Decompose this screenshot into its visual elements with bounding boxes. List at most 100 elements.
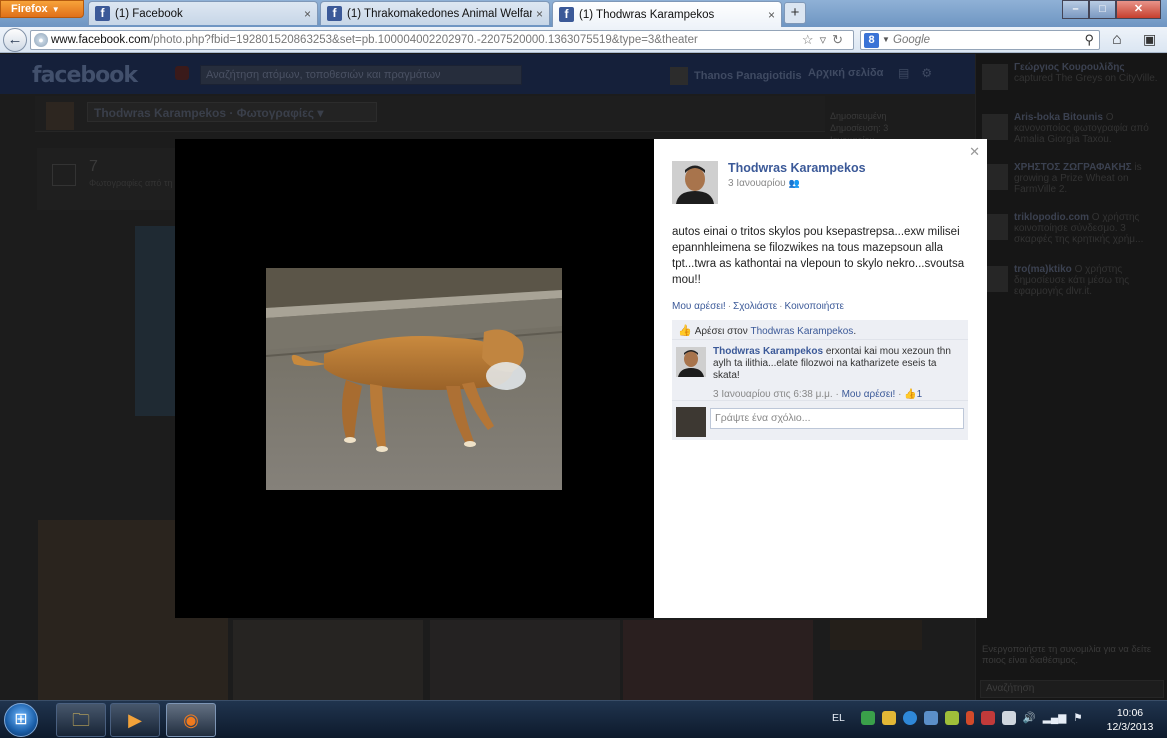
- dog-photo[interactable]: [266, 268, 562, 490]
- photo-side-panel: ✕ Thodwras Karampekos 3 Ιανουαρίου 👥 auto…: [654, 139, 987, 618]
- background-photo-thumb: [623, 620, 813, 700]
- comment-meta: 3 Ιανουαρίου στις 6:38 μ.μ. · Μου αρέσει…: [713, 389, 923, 400]
- system-tray: EL 🔊 ▂▄▆ ⚑: [832, 711, 1083, 726]
- separator: ·: [779, 301, 783, 312]
- ticker-item[interactable]: tro(ma)ktiko Ο χρήστης δημοσίευσε κάτι μ…: [982, 264, 1162, 310]
- window-controls: – □ ✕: [1062, 0, 1161, 19]
- ticker-item[interactable]: triklopodio.com Ο χρήστης κοινοποίησε σύ…: [982, 212, 1162, 258]
- comment-time[interactable]: 3 Ιανουαρίου στις 6:38 μ.μ.: [713, 389, 833, 400]
- facebook-topbar: facebook Αναζήτηση ατόμων, τοποθεσιών κα…: [0, 54, 975, 94]
- liker-link[interactable]: Thodwras Karampekos: [750, 326, 853, 337]
- comment-input[interactable]: Γράψτε ένα σχόλιο...: [710, 408, 964, 429]
- clock-time: 10:06: [1116, 707, 1144, 719]
- gear-icon[interactable]: ▤⚙: [898, 66, 944, 80]
- tray-app-icon[interactable]: [966, 711, 974, 726]
- bookmarks-icon[interactable]: ▣: [1143, 31, 1156, 48]
- tray-app-icon[interactable]: [980, 711, 995, 726]
- likes-comments-box: 👍 Αρέσει στον Thodwras Karampekos. Thodwr…: [672, 320, 968, 440]
- fb-home-link[interactable]: Αρχική σελίδα: [808, 67, 883, 79]
- signal-icon[interactable]: ▂▄▆: [1043, 712, 1067, 724]
- chat-search-input[interactable]: Αναζήτηση: [980, 680, 1164, 698]
- tab-close-icon[interactable]: ×: [304, 7, 311, 21]
- post-author-name[interactable]: Thodwras Karampekos: [728, 161, 866, 175]
- facebook-search-input[interactable]: Αναζήτηση ατόμων, τοποθεσιών και πραγμάτ…: [200, 65, 522, 85]
- close-icon[interactable]: ✕: [969, 144, 980, 160]
- share-link[interactable]: Κοινοποιήστε: [785, 301, 844, 312]
- profile-name-dropdown[interactable]: Thodwras Karampekos · Φωτογραφίες ▾: [87, 102, 377, 122]
- maximize-button[interactable]: □: [1089, 0, 1116, 19]
- tab-facebook[interactable]: f (1) Facebook ×: [88, 1, 318, 25]
- photos-count: 7: [89, 158, 98, 175]
- thumbs-up-icon: 👍: [904, 389, 917, 400]
- new-tab-button[interactable]: +: [784, 2, 806, 24]
- search-icon[interactable]: ⚲: [1084, 32, 1094, 48]
- minimize-button[interactable]: –: [1062, 0, 1089, 19]
- firefox-menu-button[interactable]: Firefox ▼: [0, 0, 84, 18]
- tab-thrakomakedones[interactable]: f (1) Thrakomakedones Animal Welfar... ×: [320, 1, 550, 25]
- system-clock[interactable]: 10:06 12/3/2013: [1100, 706, 1160, 734]
- comment-link[interactable]: Σχολιάστε: [733, 301, 777, 312]
- fb-user-link[interactable]: Thanos Panagiotidis: [670, 67, 802, 85]
- friends-icon[interactable]: 👥: [789, 178, 800, 188]
- tab-close-icon[interactable]: ×: [536, 7, 543, 21]
- explorer-taskbar-button[interactable]: 🗀: [56, 703, 106, 737]
- owner-avatar[interactable]: [672, 161, 718, 204]
- firefox-taskbar-button[interactable]: ◉: [166, 703, 216, 737]
- tray-app-icon[interactable]: [945, 711, 960, 726]
- tray-app-icon[interactable]: [882, 711, 897, 726]
- facebook-logo[interactable]: facebook: [32, 63, 138, 88]
- home-icon[interactable]: ⌂: [1112, 31, 1122, 49]
- url-path: /photo.php?fbid=192801520863253&set=pb.1…: [150, 34, 698, 46]
- ticker-text: captured The Greys on CityVille.: [1014, 73, 1158, 84]
- ticker-name: ΧΡΗΣΤΟΣ ΖΩΓΡΑΦΑΚΗΣ: [1014, 162, 1132, 173]
- action-center-flag-icon[interactable]: ⚑: [1073, 712, 1082, 724]
- post-actions: Μου αρέσει! · Σχολιάστε · Κοινοποιήστε: [672, 301, 844, 312]
- separator: ·: [727, 301, 732, 312]
- comment-avatar-image: [676, 347, 706, 377]
- network-globe-icon[interactable]: [903, 711, 918, 726]
- antivirus-icon[interactable]: [861, 711, 876, 726]
- notifications-icon[interactable]: [175, 66, 189, 80]
- comment-avatar[interactable]: [676, 347, 706, 377]
- photo-theater: ✕ Thodwras Karampekos 3 Ιανουαρίου 👥 auto…: [175, 139, 987, 618]
- ticker-item[interactable]: Aris-boka Bitounis Ο κανονοποίος φωτογρα…: [982, 112, 1162, 158]
- background-photo-thumb: [830, 620, 922, 650]
- post-date: 3 Ιανουαρίου 👥: [728, 178, 800, 189]
- post-date-text[interactable]: 3 Ιανουαρίου: [728, 178, 786, 189]
- close-window-button[interactable]: ✕: [1116, 0, 1161, 19]
- search-bar[interactable]: 8 ▼ Google ⚲: [860, 30, 1100, 50]
- back-button[interactable]: ←: [3, 28, 27, 52]
- url-text: www.facebook.com/photo.php?fbid=19280152…: [51, 34, 698, 46]
- search-placeholder: Google: [893, 34, 931, 46]
- url-bar[interactable]: ● www.facebook.com/photo.php?fbid=192801…: [30, 30, 854, 50]
- comment-author[interactable]: Thodwras Karampekos: [713, 346, 823, 357]
- like-link[interactable]: Μου αρέσει!: [672, 301, 726, 312]
- ticker-avatar: [982, 64, 1008, 90]
- ticker-item[interactable]: ΧΡΗΣΤΟΣ ΖΩΓΡΑΦΑΚΗΣ is growing a Prize Wh…: [982, 162, 1162, 208]
- comment-like-link[interactable]: Μου αρέσει!: [842, 389, 896, 400]
- tab-thodwras-karampekos[interactable]: f (1) Thodwras Karampekos ×: [552, 1, 782, 27]
- chat-note[interactable]: Ενεργοποιήστε τη συνομιλία για να δείτε …: [982, 644, 1162, 666]
- ticker-avatar: [982, 114, 1008, 140]
- tray-app-icon[interactable]: [924, 711, 939, 726]
- language-indicator[interactable]: EL: [832, 712, 844, 724]
- photos-count-box: 7 Φωτογραφίες από τη Thodwras: [37, 148, 215, 210]
- google-icon: 8: [864, 33, 879, 48]
- power-icon[interactable]: [1001, 711, 1016, 726]
- comment-like-count[interactable]: 1: [917, 389, 923, 400]
- chevron-down-icon[interactable]: ▼: [882, 35, 890, 44]
- volume-icon[interactable]: 🔊: [1023, 712, 1036, 724]
- profile-header: Thodwras Karampekos · Φωτογραφίες ▾: [35, 96, 825, 132]
- firefox-menu-label: Firefox: [11, 3, 48, 15]
- profile-avatar[interactable]: [46, 102, 74, 130]
- ticker-name: Γεώργιος Κουρουλίδης: [1014, 62, 1125, 73]
- profile-section: Φωτογραφίες: [236, 106, 315, 120]
- bookmark-star-icon[interactable]: ☆▿↻: [802, 32, 849, 48]
- photo-stage[interactable]: [175, 139, 654, 618]
- tab-close-icon[interactable]: ×: [768, 8, 775, 22]
- info-line: Δημοσίευση: 3: [830, 123, 889, 133]
- start-button[interactable]: ⊞: [4, 703, 38, 737]
- ticker-item[interactable]: Γεώργιος Κουρουλίδης captured The Greys …: [982, 62, 1162, 108]
- clock-date: 12/3/2013: [1106, 721, 1154, 733]
- media-player-taskbar-button[interactable]: ▶: [110, 703, 160, 737]
